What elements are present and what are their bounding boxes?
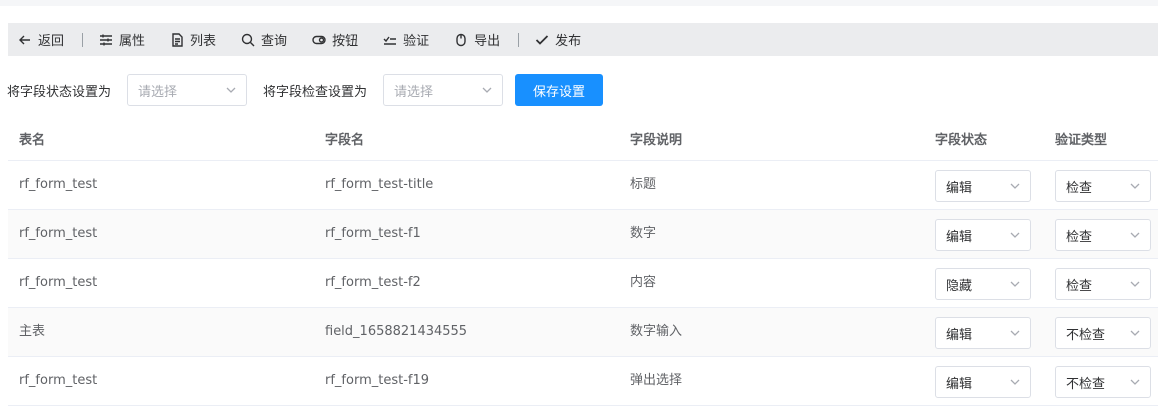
back-button[interactable]: 返回 <box>18 23 64 56</box>
chevron-down-icon <box>1130 330 1140 336</box>
chevron-down-icon <box>1130 232 1140 238</box>
save-settings-button[interactable]: 保存设置 <box>515 74 604 106</box>
cell-field-name: rf_form_test-f19 <box>325 373 430 388</box>
cell-field-desc: 数字 <box>630 226 657 241</box>
top-strip <box>0 0 1158 6</box>
chevron-down-icon <box>1130 281 1140 287</box>
header-field-desc: 字段说明 <box>630 133 683 148</box>
sliders-icon <box>100 34 113 45</box>
mouse-icon <box>456 33 466 46</box>
checklist-icon <box>383 36 397 45</box>
fields-table: 表名 字段名 字段说明 字段状态 验证类型 rf_form_test rf_fo… <box>8 120 1158 406</box>
check-select[interactable]: 检查 <box>1055 170 1151 202</box>
toggle-icon <box>312 35 326 44</box>
table-row: rf_form_test rf_form_test-f2 内容 隐藏 检查 <box>8 259 1158 308</box>
status-setting-select[interactable]: 请选择 <box>127 74 248 106</box>
cell-table-name: rf_form_test <box>19 177 98 192</box>
status-value: 编辑 <box>946 180 973 196</box>
chevron-down-icon <box>1130 379 1140 385</box>
status-select[interactable]: 隐藏 <box>935 268 1031 300</box>
query-button[interactable]: 查询 <box>241 23 287 56</box>
table-row: rf_form_test rf_form_test-f1 数字 编辑 检查 <box>8 210 1158 259</box>
check-setting-placeholder: 请选择 <box>394 84 434 100</box>
check-setting-select[interactable]: 请选择 <box>383 74 504 106</box>
status-value: 编辑 <box>946 229 973 245</box>
buttons-button[interactable]: 按钮 <box>312 23 358 56</box>
validate-label: 验证 <box>403 34 430 49</box>
chevron-down-icon <box>226 87 236 93</box>
document-icon <box>172 32 183 47</box>
buttons-label: 按钮 <box>332 34 359 49</box>
arrow-left-icon <box>19 35 30 44</box>
cell-field-name: rf_form_test-title <box>325 177 434 192</box>
status-setting-placeholder: 请选择 <box>138 84 178 100</box>
chevron-down-icon <box>482 87 492 93</box>
check-value: 不检查 <box>1066 376 1106 392</box>
cell-table-name: 主表 <box>19 324 46 339</box>
table-row: rf_form_test rf_form_test-title 标题 编辑 检查 <box>8 161 1158 210</box>
check-setting-label: 将字段检查设置为 <box>263 84 368 100</box>
export-button[interactable]: 导出 <box>454 23 500 56</box>
status-select[interactable]: 编辑 <box>935 219 1031 251</box>
check-select[interactable]: 不检查 <box>1055 366 1151 398</box>
list-button[interactable]: 列表 <box>170 23 216 56</box>
status-select[interactable]: 编辑 <box>935 317 1031 349</box>
toolbar-divider <box>82 32 84 47</box>
check-select[interactable]: 不检查 <box>1055 317 1151 349</box>
settings-bar: 将字段状态设置为 请选择 将字段检查设置为 请选择 保存设置 <box>7 74 604 106</box>
check-select[interactable]: 检查 <box>1055 219 1151 251</box>
properties-label: 属性 <box>119 34 146 49</box>
chevron-down-icon <box>1010 330 1020 336</box>
chevron-down-icon <box>1010 183 1020 189</box>
cell-field-desc: 标题 <box>630 177 657 192</box>
status-select[interactable]: 编辑 <box>935 366 1031 398</box>
check-value: 检查 <box>1066 180 1093 196</box>
validate-button[interactable]: 验证 <box>383 23 429 56</box>
list-label: 列表 <box>190 34 217 49</box>
search-icon <box>241 33 255 46</box>
header-table-name: 表名 <box>19 133 46 148</box>
table-header: 表名 字段名 字段说明 字段状态 验证类型 <box>8 120 1158 161</box>
header-field-status: 字段状态 <box>935 133 988 148</box>
cell-table-name: rf_form_test <box>19 226 98 241</box>
toolbar: 返回 属性 列表 查询 按钮 验证 导出 发布 <box>8 23 1158 56</box>
cell-field-name: rf_form_test-f2 <box>325 275 421 290</box>
cell-table-name: rf_form_test <box>19 373 98 388</box>
cell-field-desc: 弹出选择 <box>630 373 683 388</box>
publish-label: 发布 <box>555 34 582 49</box>
cell-field-name: rf_form_test-f1 <box>325 226 421 241</box>
cell-field-desc: 内容 <box>630 275 657 290</box>
check-select[interactable]: 检查 <box>1055 268 1151 300</box>
status-value: 隐藏 <box>946 278 973 294</box>
back-label: 返回 <box>38 34 65 49</box>
status-value: 编辑 <box>946 376 973 392</box>
cell-table-name: rf_form_test <box>19 275 98 290</box>
table-row: rf_form_test rf_form_test-f19 弹出选择 编辑 不检… <box>8 357 1158 406</box>
query-label: 查询 <box>261 34 288 49</box>
export-label: 导出 <box>474 34 501 49</box>
chevron-down-icon <box>1130 183 1140 189</box>
check-value: 不检查 <box>1066 327 1106 343</box>
header-check-type: 验证类型 <box>1055 133 1108 148</box>
chevron-down-icon <box>1010 281 1020 287</box>
cell-field-name: field_1658821434555 <box>325 324 468 339</box>
check-icon <box>535 34 549 45</box>
chevron-down-icon <box>1010 379 1020 385</box>
header-field-name: 字段名 <box>325 133 365 148</box>
properties-button[interactable]: 属性 <box>99 23 145 56</box>
check-value: 检查 <box>1066 278 1093 294</box>
status-select[interactable]: 编辑 <box>935 170 1031 202</box>
cell-field-desc: 数字输入 <box>630 324 683 339</box>
table-row: 主表 field_1658821434555 数字输入 编辑 不检查 <box>8 308 1158 357</box>
toolbar-divider <box>518 32 520 47</box>
chevron-down-icon <box>1010 232 1020 238</box>
status-value: 编辑 <box>946 327 973 343</box>
status-setting-label: 将字段状态设置为 <box>7 84 112 100</box>
publish-button[interactable]: 发布 <box>535 23 581 56</box>
check-value: 检查 <box>1066 229 1093 245</box>
